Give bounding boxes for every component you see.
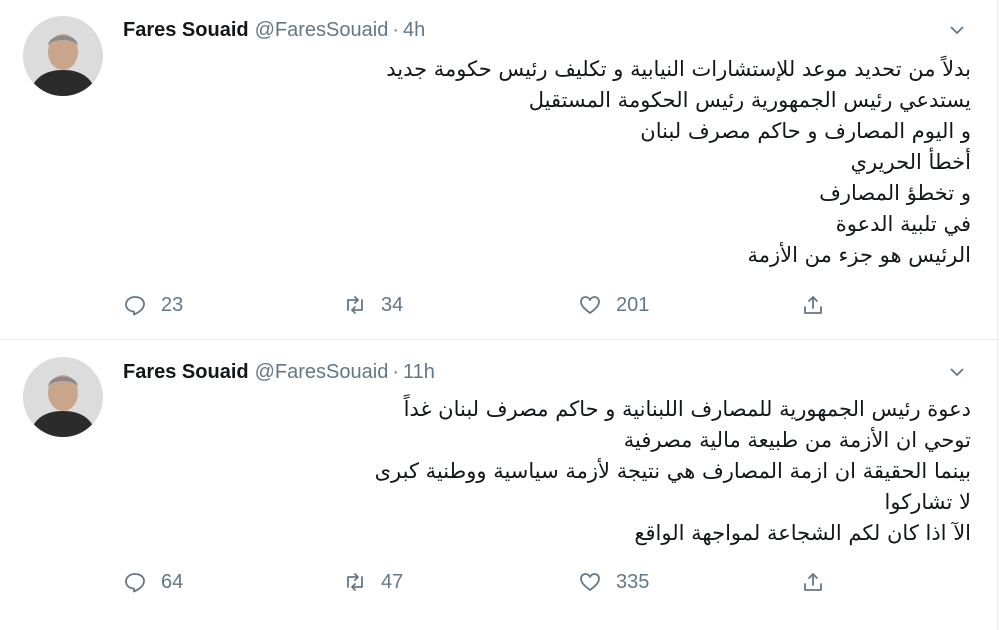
like-count: 335 <box>616 570 650 593</box>
reply-count: 23 <box>161 293 184 316</box>
share-icon <box>804 573 822 591</box>
timestamp[interactable]: 11h <box>403 361 435 383</box>
separator: · <box>392 19 399 41</box>
tweet-line: و تخطؤ المصارف <box>819 181 971 205</box>
heart-icon <box>580 296 600 314</box>
retweet-icon <box>347 573 363 591</box>
tweet-line: في تلبية الدعوة <box>835 212 971 236</box>
tweet-text: بدلاً من تحديد موعد للإستشارات النيابية … <box>123 54 971 271</box>
heart-icon <box>580 573 600 591</box>
tweet-line: توحي ان الأزمة من طبيعة مالية مصرفية <box>623 428 971 452</box>
chevron-down-icon[interactable] <box>947 362 967 382</box>
author-name[interactable]: Fares Souaid <box>123 19 249 41</box>
reply-button[interactable]: 64 <box>123 567 183 597</box>
retweet-count: 34 <box>381 293 404 316</box>
author-handle[interactable]: @FaresSouaid <box>255 19 389 41</box>
like-button[interactable]: 201 <box>578 290 649 320</box>
reply-icon <box>125 296 145 316</box>
tweet-line: لا تشاركوا <box>884 490 971 514</box>
tweet-line: الرئيس هو جزء من الأزمة <box>747 243 971 267</box>
author-handle[interactable]: @FaresSouaid <box>255 361 389 383</box>
avatar[interactable] <box>23 16 103 96</box>
tweet[interactable]: Fares Souaid @FaresSouaid · 11h دعوة رئيس ا… <box>0 340 998 630</box>
tweet-line: بدلاً من تحديد موعد للإستشارات النيابية … <box>386 57 971 81</box>
tweet-line: بينما الحقيقة ان ازمة المصارف هي نتيجة ل… <box>374 459 971 483</box>
avatar[interactable] <box>23 357 103 437</box>
reply-button[interactable]: 23 <box>123 290 183 320</box>
like-button[interactable]: 335 <box>578 567 649 597</box>
chevron-down-icon[interactable] <box>947 20 967 40</box>
retweet-count: 47 <box>381 570 404 593</box>
tweet-line: يستدعي رئيس الجمهورية رئيس الحكومة المست… <box>528 88 971 112</box>
tweet[interactable]: Fares Souaid @FaresSouaid · 4h بدلاً من تحد… <box>0 0 998 340</box>
tweet-line: الآ اذا كان لكم الشجاعة لمواجهة الواقع <box>634 521 971 545</box>
share-button[interactable] <box>801 567 839 597</box>
reply-icon <box>125 573 145 593</box>
tweet-header: Fares Souaid @FaresSouaid · 11h <box>123 360 435 384</box>
reply-count: 64 <box>161 570 184 593</box>
like-count: 201 <box>616 293 650 316</box>
share-button[interactable] <box>801 290 839 320</box>
timestamp[interactable]: 4h <box>403 19 425 41</box>
retweet-button[interactable]: 34 <box>343 290 403 320</box>
retweet-button[interactable]: 47 <box>343 567 403 597</box>
separator: · <box>392 361 399 383</box>
author-name[interactable]: Fares Souaid <box>123 361 249 383</box>
retweet-icon <box>347 296 363 314</box>
tweet-line: و اليوم المصارف و حاكم مصرف لبنان <box>640 119 971 143</box>
tweet-text: دعوة رئيس الجمهورية للمصارف اللبنانية و … <box>123 394 971 549</box>
tweet-header: Fares Souaid @FaresSouaid · 4h <box>123 18 425 42</box>
tweet-line: دعوة رئيس الجمهورية للمصارف اللبنانية و … <box>403 397 971 421</box>
tweet-line: أخطأ الحريري <box>850 150 971 174</box>
share-icon <box>804 296 822 314</box>
